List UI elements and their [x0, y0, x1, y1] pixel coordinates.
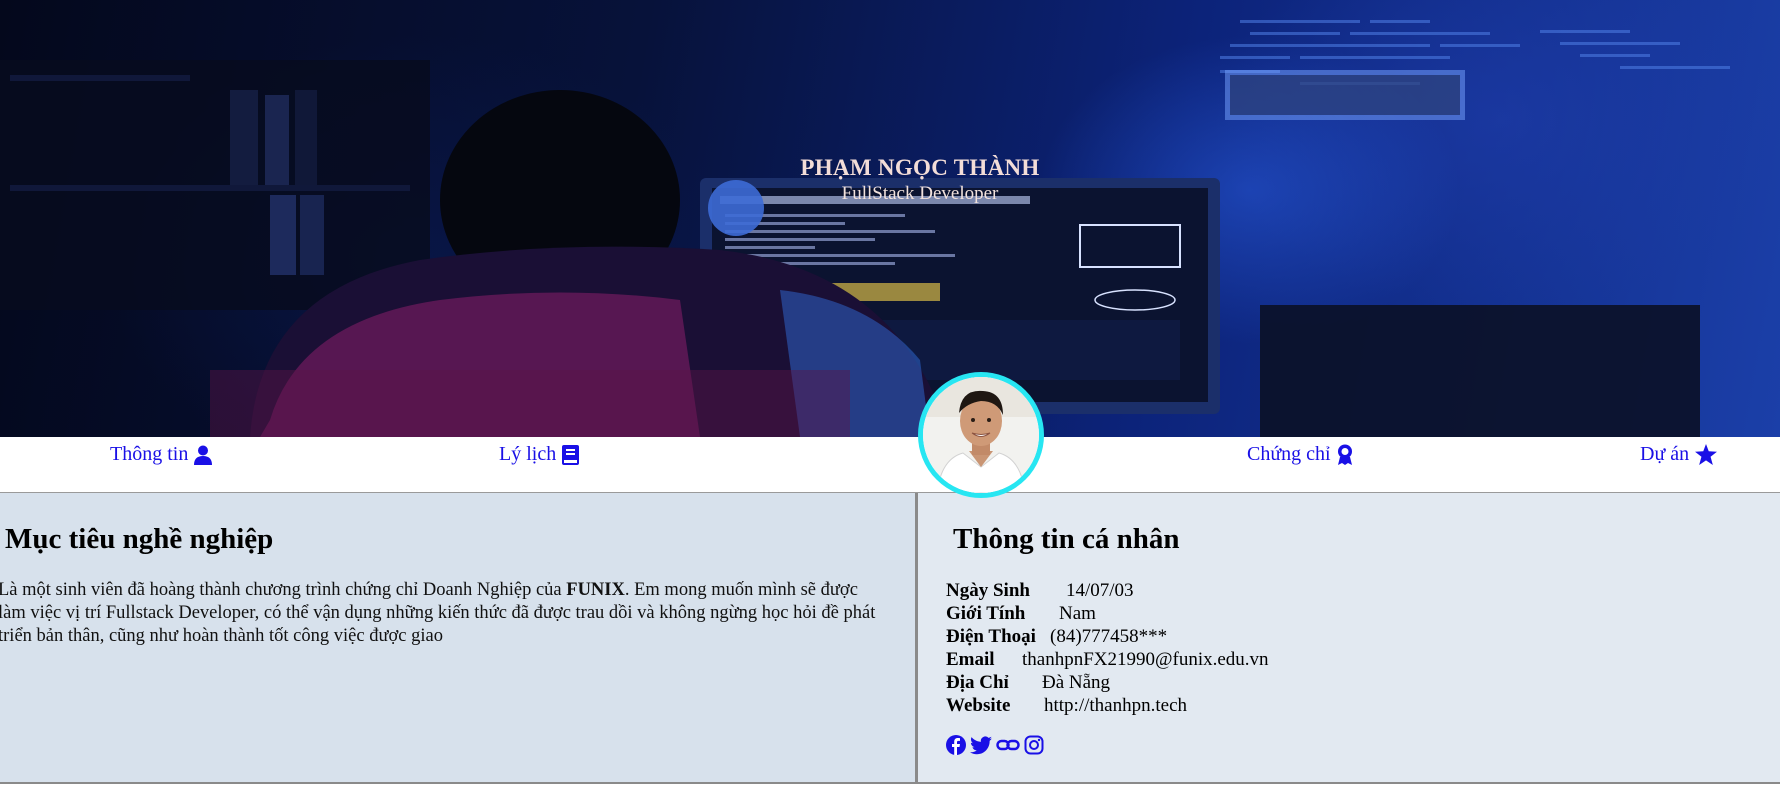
website-link[interactable]: http://thanhpn.tech [1044, 695, 1187, 716]
info-row-email: Email thanhpnFX21990@funix.edu.vn [946, 649, 1269, 671]
nav-label: Chứng chỉ [1247, 443, 1331, 465]
link-icon[interactable] [996, 738, 1020, 757]
info-row-website: Website http://thanhpn.tech [946, 695, 1187, 717]
objective-brand: FUNIX [566, 580, 625, 600]
nav-item-ly-lich[interactable]: Lý lịch [499, 443, 580, 466]
book-icon [562, 444, 580, 465]
personal-info-title: Thông tin cá nhân [953, 523, 1180, 555]
hero-background-illustration [0, 20, 1730, 437]
star-icon [1695, 444, 1718, 465]
twitter-icon[interactable] [970, 735, 992, 760]
info-row-birthday: Ngày Sinh 14/07/03 [946, 580, 1134, 602]
info-label: Website [946, 695, 1011, 716]
nav-label: Dự án [1640, 443, 1690, 465]
nav-item-thong-tin[interactable]: Thông tin [110, 443, 213, 466]
email-link[interactable]: thanhpnFX21990@funix.edu.vn [1022, 649, 1269, 670]
info-row-gender: Giới Tính Nam [946, 603, 1096, 625]
info-label: Điện Thoại [946, 626, 1036, 647]
profile-photo [923, 377, 1039, 493]
objective-text: Là một sinh viên đã hoàng thành chương t… [0, 579, 888, 648]
info-value: Nam [1059, 603, 1096, 624]
nav-label: Thông tin [110, 443, 189, 465]
social-links [946, 735, 1044, 760]
instagram-icon[interactable] [1024, 735, 1044, 760]
award-icon [1337, 444, 1353, 465]
info-row-address: Địa Chỉ Đà Nẵng [946, 672, 1110, 694]
main-nav: Thông tin Lý lịch Chứng chỉ Dự án [0, 437, 1780, 494]
info-value: 14/07/03 [1066, 580, 1134, 601]
facebook-icon[interactable] [946, 735, 966, 760]
career-objective-section: Mục tiêu nghề nghiệp Là một sinh viên đã… [0, 493, 918, 784]
info-value: (84)777458*** [1050, 626, 1168, 647]
user-icon [194, 445, 213, 465]
info-label: Email [946, 649, 995, 670]
personal-info-section: Thông tin cá nhân Ngày Sinh 14/07/03 Giới… [918, 493, 1780, 784]
nav-item-chung-chi[interactable]: Chứng chỉ [1247, 443, 1353, 466]
info-label: Ngày Sinh [946, 580, 1030, 601]
objective-title: Mục tiêu nghề nghiệp [5, 523, 274, 555]
info-value: Đà Nẵng [1042, 672, 1111, 693]
objective-text-before: Là một sinh viên đã hoàng thành chương t… [0, 580, 567, 600]
info-row-phone: Điện Thoại (84)777458*** [946, 626, 1167, 648]
nav-item-du-an[interactable]: Dự án [1640, 443, 1718, 466]
info-label: Giới Tính [946, 603, 1026, 624]
hero-banner: PHẠM NGỌC THÀNH FullStack Developer [0, 0, 1780, 437]
nav-label: Lý lịch [499, 443, 557, 465]
info-label: Địa Chỉ [946, 672, 1009, 693]
hero-name: PHẠM NGỌC THÀNH [800, 155, 1040, 180]
hero-role: FullStack Developer [841, 183, 999, 204]
avatar [918, 372, 1044, 498]
